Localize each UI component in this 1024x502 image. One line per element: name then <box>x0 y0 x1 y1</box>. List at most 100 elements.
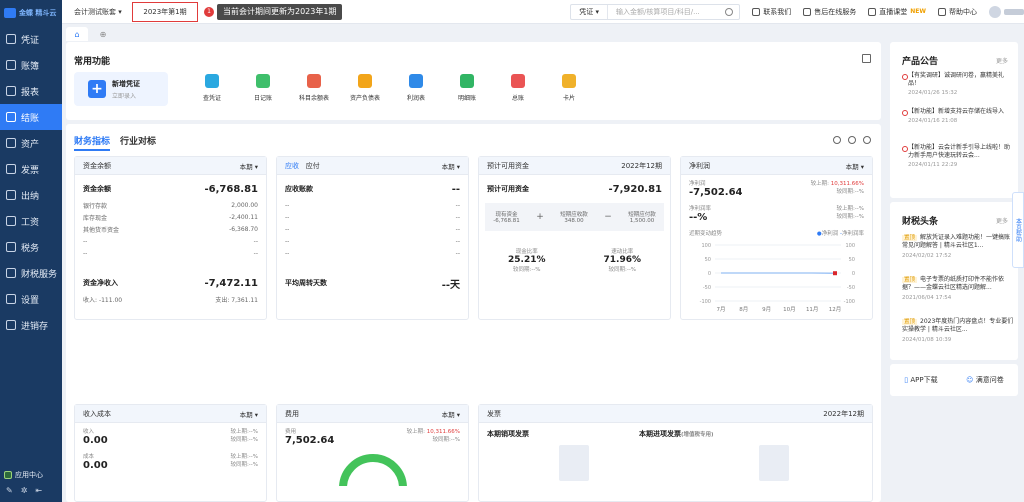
recv-period-select[interactable]: 本期 ▾ <box>442 161 460 171</box>
expense-period-select[interactable]: 本期 ▾ <box>442 409 460 419</box>
bottom-links: ▯ APP下载 ☺ 满意问卷 <box>890 364 1018 396</box>
function-button[interactable]: 利润表 <box>396 74 436 102</box>
app-center-button[interactable]: 应用中心 <box>4 468 58 482</box>
search-icon[interactable] <box>725 7 734 16</box>
sidebar-item-5[interactable]: 发票 <box>0 156 62 182</box>
live-class-link[interactable]: 直播课堂 NEW <box>868 7 926 17</box>
function-button[interactable]: 查凭证 <box>192 74 232 102</box>
headset-icon <box>803 7 812 16</box>
short-pay-value: 1,500.00 <box>629 218 655 224</box>
receivable-row-label: -- <box>285 201 290 209</box>
account-book-select[interactable]: 会计测试账套 ▾ <box>62 7 132 17</box>
edit-icon[interactable] <box>862 54 871 63</box>
user-name[interactable] <box>1004 8 1024 15</box>
settings-icon[interactable]: ✲ <box>21 486 28 495</box>
page-help-button[interactable]: 本页帮助 <box>1012 192 1024 268</box>
sidebar-item-11[interactable]: 进销存 <box>0 312 62 338</box>
function-icon <box>460 74 474 88</box>
sidebar-item-3[interactable]: 结账 <box>0 104 62 130</box>
function-button[interactable]: 明细账 <box>447 74 487 102</box>
settings-icon[interactable] <box>863 136 871 144</box>
forecast-label: 预计可用资金 <box>487 185 529 193</box>
function-button[interactable]: 总账 <box>498 74 538 102</box>
headline-item[interactable]: 置顶 电子专票的纸质打印件不能作依据？——金蝶云社区精选问题解... 2021/06… <box>902 276 1014 302</box>
new-voucher-label: 新增凭证 <box>112 79 140 88</box>
profit-period-select[interactable]: 本期 ▾ <box>846 161 864 171</box>
receivable-row-value: -- <box>455 201 460 209</box>
receivable-row: -- -- <box>277 199 468 211</box>
tab-home[interactable]: ⌂ <box>66 27 88 41</box>
invoice-panel: 发票 2022年12期 本期销项发票 本期进项发票(增值税专用) <box>478 404 873 502</box>
announcement-item[interactable]: 【新功能】新增支持云存储在线导入 2024/01/16 21:08 <box>902 108 1012 124</box>
cash-balance-label: 资金余额 <box>83 185 111 193</box>
function-icon <box>256 74 270 88</box>
new-badge: NEW <box>910 8 926 15</box>
sidebar-item-1[interactable]: 账簿 <box>0 52 62 78</box>
phone-icon <box>752 7 761 16</box>
sidebar-icon <box>6 190 16 200</box>
function-label: 科目余额表 <box>298 95 329 102</box>
function-icon <box>307 74 321 88</box>
income-cost-title: 收入成本 <box>83 409 111 418</box>
cash-row-value: -- <box>253 237 258 245</box>
tab-industry-benchmark[interactable]: 行业对标 <box>120 134 156 151</box>
avatar[interactable] <box>989 5 1001 18</box>
cash-row-value: 2,000.00 <box>231 201 258 209</box>
tab-receivable[interactable]: 应收 <box>285 162 299 170</box>
income-cost-period-select[interactable]: 本期 ▾ <box>240 409 258 419</box>
tab-payable[interactable]: 应付 <box>306 162 320 170</box>
period-selector[interactable]: 2023年第1期 <box>132 1 198 22</box>
sidebar-item-8[interactable]: 税务 <box>0 234 62 260</box>
tab-financial-indicators[interactable]: 财务指标 <box>74 134 111 151</box>
search-input[interactable]: 输入金额/核算项目/科目/... <box>608 7 725 17</box>
search-type-select[interactable]: 凭证 ▾ <box>571 4 608 19</box>
receivable-label: 应收账款 <box>285 185 313 193</box>
announcement-text: 【新功能】新增支持云存储在线导入 <box>902 108 1012 116</box>
function-button[interactable]: 科目余额表 <box>294 74 334 102</box>
profit-rate-label: 净利润率 <box>689 206 712 212</box>
refresh-icon[interactable] <box>833 136 841 144</box>
search-bar[interactable]: 凭证 ▾ 输入金额/核算项目/科目/... <box>570 3 741 20</box>
cash-period-select[interactable]: 本期 ▾ <box>240 161 258 171</box>
function-button[interactable]: 日记账 <box>243 74 283 102</box>
legend-net-profit: 净利润 <box>821 231 839 237</box>
function-label: 明细账 <box>457 95 476 102</box>
headline-item[interactable]: 置顶 2023年度热门内容盘点！专业要们实操教学 | 精斗云社区... 2024/0… <box>902 318 1014 344</box>
sidebar-item-4[interactable]: 资产 <box>0 130 62 156</box>
announcement-item[interactable]: 【有奖调研】诚调研问卷，赢精美礼品！ 2024/01/26 15:32 <box>902 72 1012 96</box>
sidebar-item-0[interactable]: 凭证 <box>0 26 62 52</box>
cash-ratio-value: 25.21% <box>508 255 546 265</box>
survey-link[interactable]: ☺ 满意问卷 <box>966 375 1004 385</box>
cash-row-value: -- <box>253 249 258 257</box>
new-voucher-button[interactable]: + 新增凭证 立即录入 <box>74 72 168 106</box>
eye-icon[interactable] <box>848 136 856 144</box>
sidebar-item-2[interactable]: 报表 <box>0 78 62 104</box>
sidebar-item-6[interactable]: 出纳 <box>0 182 62 208</box>
expense-title: 费用 <box>285 409 299 418</box>
after-sales-link[interactable]: 售后在线服务 <box>803 7 856 17</box>
edit-icon[interactable]: ✎ <box>6 486 13 495</box>
announcements-more-link[interactable]: 更多 <box>996 56 1008 65</box>
tab-add[interactable]: ⊕ <box>92 27 114 41</box>
sidebar-item-7[interactable]: 工资 <box>0 208 62 234</box>
help-center-link[interactable]: 帮助中心 <box>938 7 977 17</box>
collapse-icon[interactable]: ⇤ <box>35 486 42 495</box>
y-tick-left: -50 <box>703 285 711 291</box>
announcement-item[interactable]: 【新功能】云会计新手引导上线啦！助力新手用户快速玩转云会... 2024/01/1… <box>902 144 1012 168</box>
sidebar-item-10[interactable]: 设置 <box>0 286 62 312</box>
income-value: -111.00 <box>98 296 123 304</box>
headlines-more-link[interactable]: 更多 <box>996 216 1008 225</box>
headline-item[interactable]: 置顶 解放凭证录入难题功能！一键搞账常见问题解答 | 精斗云社区1... 2024/… <box>902 234 1014 260</box>
add-tab-icon: ⊕ <box>99 29 107 39</box>
logo-text: 金蝶 精斗云 <box>19 9 57 17</box>
announcement-date: 2024/01/16 21:08 <box>908 118 958 124</box>
function-button[interactable]: 卡片 <box>549 74 589 102</box>
sidebar-item-9[interactable]: 财税服务 <box>0 260 62 286</box>
app-download-link[interactable]: ▯ APP下载 <box>904 375 937 385</box>
contact-us-link[interactable]: 联系我们 <box>752 7 791 17</box>
y-tick-right: 50 <box>849 257 855 263</box>
function-button[interactable]: 资产负债表 <box>345 74 385 102</box>
sidebar-icon <box>6 60 16 70</box>
sidebar-icon <box>6 86 16 96</box>
sales-invoice-label: 本期销项发票 <box>487 430 529 438</box>
